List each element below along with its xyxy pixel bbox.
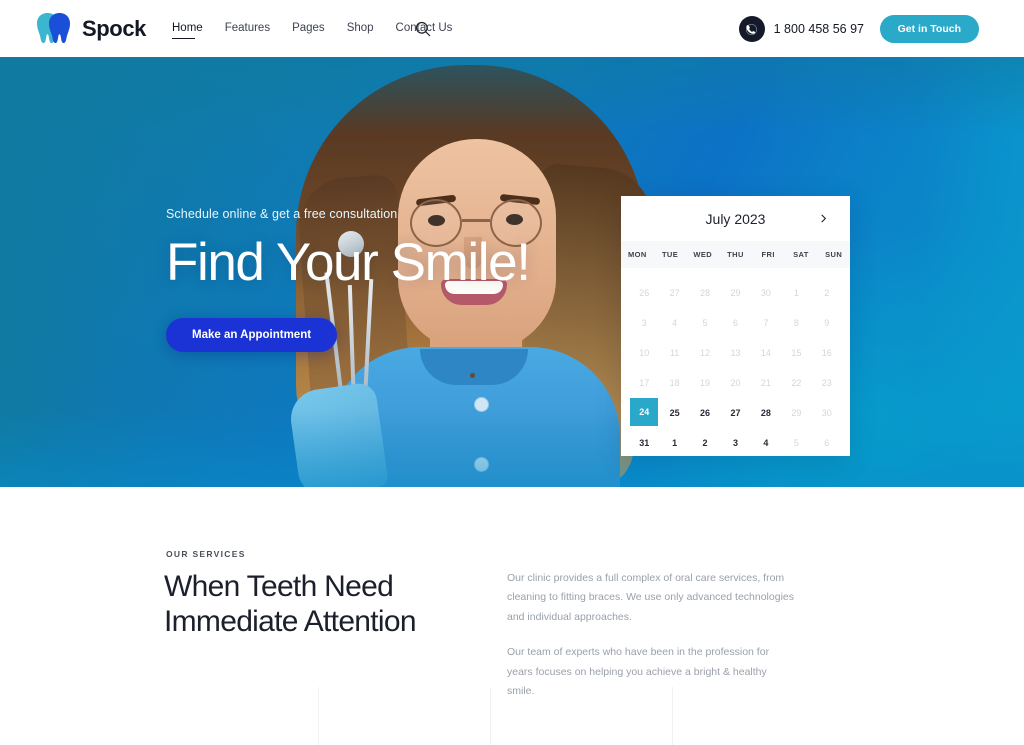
- logo-text: Spock: [82, 15, 147, 41]
- calendar-day-5[interactable]: 5: [690, 308, 720, 338]
- calendar-weekday-mon: MON: [628, 250, 647, 259]
- calendar-day-4[interactable]: 4: [659, 308, 689, 338]
- calendar-day-24[interactable]: 24: [630, 398, 659, 426]
- calendar-day-14[interactable]: 14: [751, 338, 781, 368]
- logo[interactable]: Spock: [36, 12, 146, 45]
- hero-subtitle: Schedule online & get a free consultatio…: [166, 207, 398, 221]
- calendar-weekday-sat: SAT: [793, 250, 809, 259]
- services-grid-dividers: [0, 687, 1024, 745]
- calendar-month-label: July 2023: [705, 210, 766, 227]
- calendar-day-26[interactable]: 26: [690, 398, 720, 428]
- calendar-day-29[interactable]: 29: [720, 278, 750, 308]
- hero-copy: Schedule online & get a free consultatio…: [166, 207, 586, 353]
- calendar-day-5[interactable]: 5: [781, 428, 811, 458]
- phone-number: 1 800 458 56 97: [773, 22, 864, 36]
- services-title-line2: Immediate Attention: [164, 605, 417, 639]
- calendar-day-13[interactable]: 13: [720, 338, 750, 368]
- calendar-day-8[interactable]: 8: [781, 308, 811, 338]
- calendar-day-17[interactable]: 17: [629, 368, 659, 398]
- calendar-day-27[interactable]: 27: [720, 398, 750, 428]
- calendar-day-28[interactable]: 28: [751, 398, 781, 428]
- services-section: OUR SERVICES When Teeth Need Immediate A…: [0, 487, 1024, 745]
- get-in-touch-button[interactable]: Get in Touch: [879, 15, 979, 43]
- calendar-day-11[interactable]: 11: [659, 338, 689, 368]
- calendar-day-16[interactable]: 16: [812, 338, 842, 368]
- calendar-day-31[interactable]: 31: [629, 428, 659, 458]
- appointment-calendar[interactable]: July 2023 MON TUE WED THU FRI SAT SUN 26 27 28 29…: [621, 196, 850, 456]
- calendar-day-1[interactable]: 1: [659, 428, 689, 458]
- calendar-day-18[interactable]: 18: [659, 368, 689, 398]
- hero-section: Schedule online & get a free consultatio…: [0, 57, 1024, 487]
- calendar-day-3[interactable]: 3: [629, 308, 659, 338]
- calendar-day-27[interactable]: 27: [659, 278, 689, 308]
- services-divider-3: [672, 687, 673, 745]
- services-title: When Teeth Need Immediate Attention: [164, 569, 564, 640]
- calendar-day-15[interactable]: 15: [781, 338, 811, 368]
- phone-block[interactable]: 1 800 458 56 97: [738, 16, 864, 42]
- tooth-logo-icon: [36, 12, 74, 45]
- calendar-weekday-wed: WED: [693, 250, 713, 259]
- calendar-weekday-row: MON TUE WED THU FRI SAT SUN: [621, 241, 850, 268]
- services-title-line1: When Teeth Need: [164, 570, 394, 603]
- calendar-day-grid[interactable]: 26 27 28 29 30 1 2 3 4 5 6 7 8 9 10 11 12 13 14 15 16 17 18 19 2…: [621, 268, 850, 466]
- services-eyebrow: OUR SERVICES: [166, 549, 246, 559]
- calendar-day-6[interactable]: 6: [812, 428, 842, 458]
- calendar-day-3[interactable]: 3: [720, 428, 750, 458]
- nav-item-home[interactable]: Home: [172, 0, 217, 57]
- calendar-weekday-fri: FRI: [761, 250, 775, 259]
- calendar-day-20[interactable]: 20: [720, 368, 750, 398]
- calendar-day-6[interactable]: 6: [720, 308, 750, 338]
- calendar-day-28[interactable]: 28: [690, 278, 720, 308]
- nav-item-features[interactable]: Features: [225, 0, 284, 57]
- calendar-day-10[interactable]: 10: [629, 338, 659, 368]
- calendar-day-1[interactable]: 1: [781, 278, 811, 308]
- nav-item-pages[interactable]: Pages: [292, 0, 339, 57]
- calendar-weekday-thu: THU: [727, 250, 744, 259]
- calendar-day-4[interactable]: 4: [751, 428, 781, 458]
- calendar-weekday-tue: TUE: [661, 250, 679, 259]
- services-divider-2: [490, 687, 491, 745]
- calendar-day-29[interactable]: 29: [781, 398, 811, 428]
- calendar-day-19[interactable]: 19: [690, 368, 720, 398]
- search-icon[interactable]: [415, 21, 431, 37]
- nav-item-shop[interactable]: Shop: [347, 0, 388, 57]
- calendar-day-30[interactable]: 30: [812, 398, 842, 428]
- calendar-day-25[interactable]: 25: [659, 398, 689, 428]
- calendar-day-21[interactable]: 21: [751, 368, 781, 398]
- calendar-day-22[interactable]: 22: [781, 368, 811, 398]
- site-header: Spock Home Features Pages Shop Contact U…: [0, 0, 1024, 57]
- calendar-weekday-sun: SUN: [825, 250, 843, 259]
- calendar-day-9[interactable]: 9: [812, 308, 842, 338]
- calendar-day-7[interactable]: 7: [751, 308, 781, 338]
- hero-title: Find Your Smile!: [166, 233, 531, 292]
- calendar-day-2[interactable]: 2: [690, 428, 720, 458]
- calendar-day-30[interactable]: 30: [751, 278, 781, 308]
- chevron-right-icon[interactable]: [815, 210, 831, 226]
- calendar-header: July 2023: [621, 196, 850, 241]
- calendar-day-2[interactable]: 2: [812, 278, 842, 308]
- make-an-appointment-button[interactable]: Make an Appointment: [166, 318, 338, 353]
- tooth-shape-front: [49, 13, 70, 43]
- services-paragraph-1: Our clinic provides a full complex of or…: [507, 572, 794, 623]
- calendar-day-12[interactable]: 12: [690, 338, 720, 368]
- phone-icon: [738, 16, 765, 42]
- calendar-day-23[interactable]: 23: [812, 368, 842, 398]
- calendar-day-26[interactable]: 26: [629, 278, 659, 308]
- services-divider-1: [318, 687, 319, 745]
